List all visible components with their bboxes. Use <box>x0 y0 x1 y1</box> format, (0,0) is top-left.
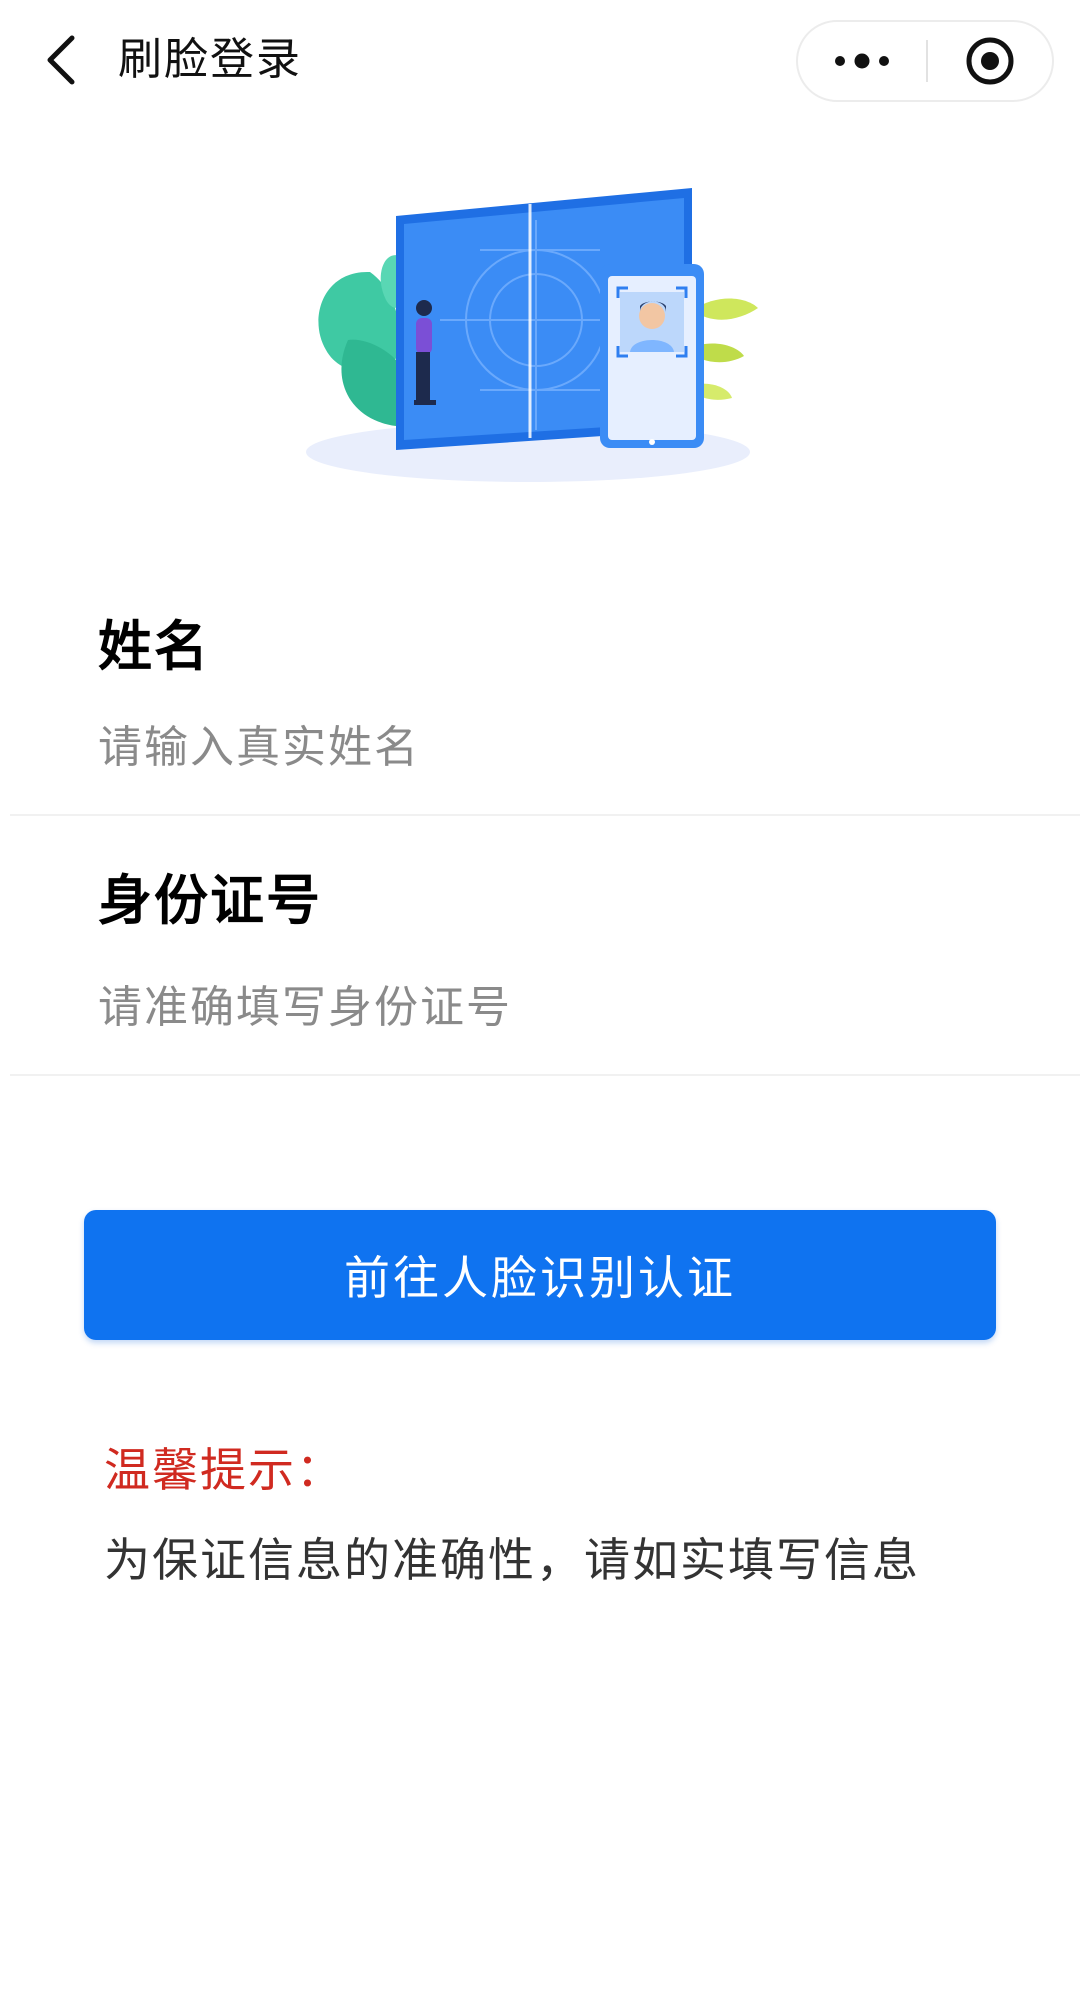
name-divider <box>10 814 1080 816</box>
mini-program-capsule <box>796 20 1054 102</box>
id-number-input[interactable] <box>98 972 978 1042</box>
close-button[interactable] <box>928 22 1052 100</box>
illustration-art <box>306 188 758 482</box>
name-label: 姓名 <box>98 615 210 678</box>
id-number-label: 身份证号 <box>98 869 322 932</box>
face-recognition-illustration <box>300 180 780 510</box>
name-input[interactable] <box>98 712 978 782</box>
id-number-divider <box>10 1074 1080 1076</box>
notice-text: 为保证信息的准确性，请如实填写信息 <box>104 1533 920 1587</box>
more-dots-icon <box>835 53 889 69</box>
more-button[interactable] <box>798 22 926 100</box>
page-title: 刷脸登录 <box>118 34 302 85</box>
nav-bar: 刷脸登录 <box>0 0 1080 124</box>
face-login-page: 刷脸登录 姓名 请输入真实姓名 身份证号 请准确填写身份证号 前往人脸识别认证 … <box>0 0 1080 2001</box>
back-button[interactable] <box>30 28 94 92</box>
notice-title: 温馨提示： <box>104 1443 344 1497</box>
chevron-left-icon <box>47 35 75 85</box>
face-verification-button[interactable]: 前往人脸识别认证 <box>84 1210 996 1340</box>
target-close-icon <box>966 37 1014 85</box>
